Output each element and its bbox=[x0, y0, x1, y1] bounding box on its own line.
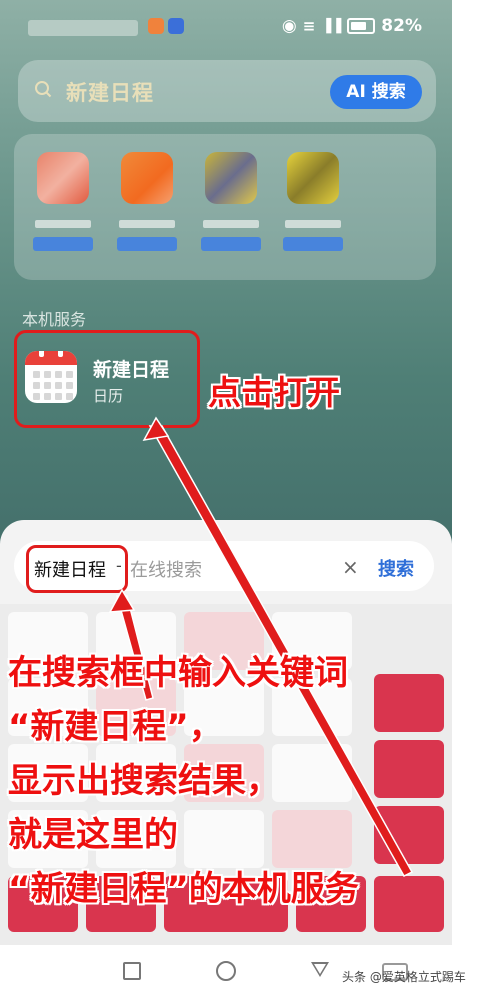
app-icon-blurred bbox=[205, 152, 257, 204]
search-icon bbox=[35, 81, 52, 98]
status-right: ◉ ≡ ▐▐ 82% bbox=[282, 16, 422, 36]
annotation-line: “新建日程”， bbox=[8, 707, 223, 747]
suggested-app[interactable] bbox=[280, 152, 346, 251]
ai-search-button[interactable]: AI 搜索 bbox=[330, 75, 422, 109]
app-icon-blurred bbox=[287, 152, 339, 204]
suggested-app[interactable] bbox=[198, 152, 264, 251]
result-subtitle: 日历 bbox=[93, 387, 124, 405]
search-submit-button[interactable]: 搜索 bbox=[378, 555, 414, 581]
callout-tap-to-open: 点击打开 bbox=[208, 373, 340, 412]
global-search-bar[interactable]: 新建日程 AI 搜索 bbox=[18, 60, 436, 122]
annotation-text: 在搜索框中输入关键词 “新建日程”， 显示出搜索结果， 就是这里的 “新建日程”… bbox=[8, 646, 359, 916]
result-new-event[interactable]: 新建日程 日历 bbox=[14, 330, 200, 428]
input-highlight-box bbox=[26, 545, 128, 593]
app-notification-icon bbox=[168, 18, 184, 34]
suggested-app[interactable] bbox=[30, 152, 96, 251]
battery-icon bbox=[347, 18, 376, 34]
notification-icons-blurred bbox=[28, 20, 138, 36]
suggested-apps-card bbox=[14, 134, 436, 280]
eye-icon: ◉ bbox=[281, 16, 297, 36]
annotation-line: 就是这里的 bbox=[8, 815, 178, 855]
annotation-line: 显示出搜索结果， bbox=[8, 761, 280, 801]
battery-percent: 82% bbox=[381, 16, 422, 36]
back-icon[interactable] bbox=[311, 962, 329, 977]
watermark: 头条 @爱英格立式踢车 bbox=[342, 970, 466, 984]
app-notification-icon bbox=[148, 18, 164, 34]
app-icon-blurred bbox=[37, 152, 89, 204]
clear-icon[interactable]: × bbox=[342, 555, 359, 579]
app-icon-blurred bbox=[121, 152, 173, 204]
annotation-line: “新建日程”的本机服务 bbox=[8, 869, 359, 909]
calendar-icon bbox=[25, 351, 77, 403]
result-title: 新建日程 bbox=[93, 359, 170, 381]
signal-icon: ▐▐ bbox=[321, 18, 342, 34]
annotation-line: 在搜索框中输入关键词 bbox=[8, 653, 348, 693]
wifi-icon: ≡ bbox=[302, 17, 316, 35]
suggested-app[interactable] bbox=[114, 152, 180, 251]
status-bar: ◉ ≡ ▐▐ 82% bbox=[0, 0, 452, 58]
search-query[interactable]: 新建日程 bbox=[66, 77, 154, 107]
home-icon[interactable] bbox=[216, 961, 236, 981]
search-input-placeholder: 在线搜索 bbox=[130, 560, 202, 581]
recent-apps-icon[interactable] bbox=[123, 962, 141, 980]
section-title-local-services: 本机服务 bbox=[22, 310, 87, 329]
